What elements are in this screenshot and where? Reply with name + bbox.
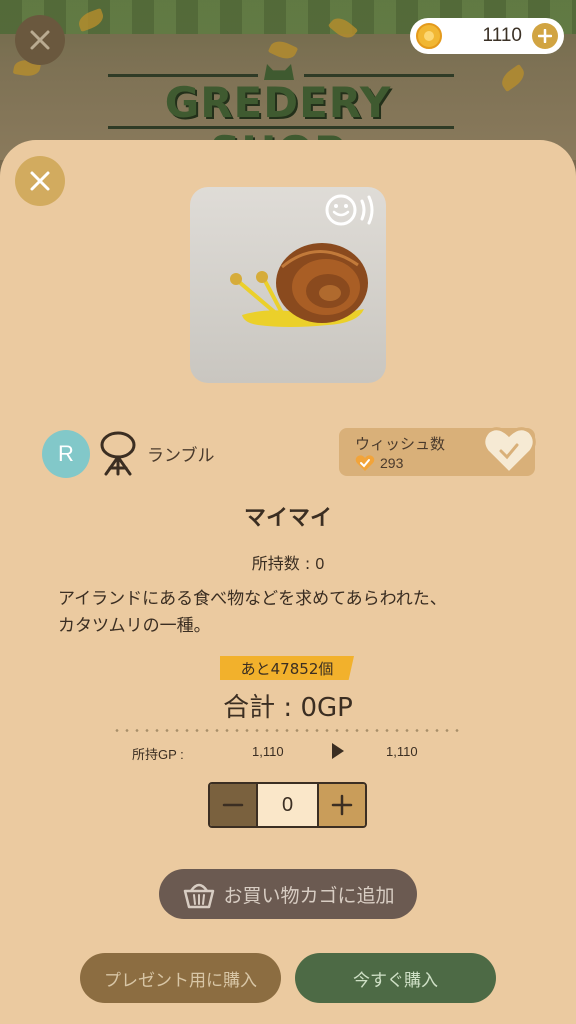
buy-now-button[interactable]: 今すぐ購入 bbox=[295, 953, 496, 1003]
motion-type-label: ランブル bbox=[147, 446, 215, 466]
remaining-stock-badge: あと47852個 bbox=[220, 656, 354, 680]
description-line: カタツムリの一種。 bbox=[58, 616, 211, 636]
owned-gp-label: 所持GP : bbox=[132, 747, 184, 762]
add-to-cart-button[interactable]: お買い物カゴに追加 bbox=[159, 869, 417, 919]
wishlist-label: ウィッシュ数 bbox=[355, 435, 446, 453]
gp-balance: 1110 bbox=[482, 25, 522, 46]
item-detail-panel: R ランブル ウィッシュ数 293 マイマイ 所持数 : 0 アイランドにある食… bbox=[0, 140, 576, 1024]
close-icon bbox=[30, 171, 50, 191]
item-preview-card bbox=[190, 187, 386, 383]
wishlist-count-row: 293 bbox=[355, 454, 403, 472]
plus-icon bbox=[331, 794, 353, 816]
buy-as-gift-button[interactable]: プレゼント用に購入 bbox=[80, 953, 281, 1003]
leaf-decoration bbox=[267, 37, 299, 63]
owned-count: 0 bbox=[315, 556, 325, 573]
gp-before: 1,110 bbox=[252, 744, 284, 759]
add-gp-button[interactable] bbox=[532, 23, 558, 49]
owned-count-row: 所持数 : 0 bbox=[0, 550, 576, 574]
wishlist-count: 293 bbox=[380, 455, 404, 471]
quantity-stepper: 0 bbox=[208, 782, 367, 828]
minus-icon bbox=[222, 803, 244, 807]
leaf-decoration bbox=[497, 63, 529, 93]
snail-item-image bbox=[230, 243, 368, 327]
gp-after: 1,110 bbox=[386, 744, 418, 759]
dotted-divider bbox=[112, 729, 462, 732]
total-price: 合計 : 0GP bbox=[223, 693, 353, 723]
heart-check-icon bbox=[355, 455, 375, 471]
heart-check-button-icon[interactable] bbox=[480, 423, 538, 477]
description-line: アイランドにある食べ物などを求めてあらわれた、 bbox=[58, 589, 447, 609]
close-icon bbox=[30, 30, 50, 50]
emote-sound-icon[interactable] bbox=[324, 193, 380, 227]
plus-icon bbox=[538, 29, 552, 43]
decrease-quantity-button[interactable] bbox=[210, 784, 256, 826]
item-name: マイマイ bbox=[243, 506, 332, 531]
item-description: アイランドにある食べ物などを求めてあらわれた、 カタツムリの一種。 bbox=[58, 586, 528, 640]
increase-quantity-button[interactable] bbox=[319, 784, 365, 826]
owned-label: 所持数 : bbox=[251, 554, 316, 573]
coin-icon bbox=[416, 23, 442, 49]
basket-icon bbox=[184, 883, 215, 909]
rumble-motion-icon bbox=[100, 431, 136, 476]
quantity-value[interactable]: 0 bbox=[256, 784, 319, 826]
shop-sign: GREDERY SHOP bbox=[98, 64, 478, 160]
close-panel-button[interactable] bbox=[15, 156, 65, 206]
close-shop-button[interactable] bbox=[15, 15, 65, 65]
gp-balance-pill: 1110 bbox=[410, 18, 564, 54]
add-to-cart-label: お買い物カゴに追加 bbox=[223, 884, 395, 907]
arrow-right-icon bbox=[332, 743, 344, 759]
rarity-badge: R bbox=[42, 430, 90, 478]
